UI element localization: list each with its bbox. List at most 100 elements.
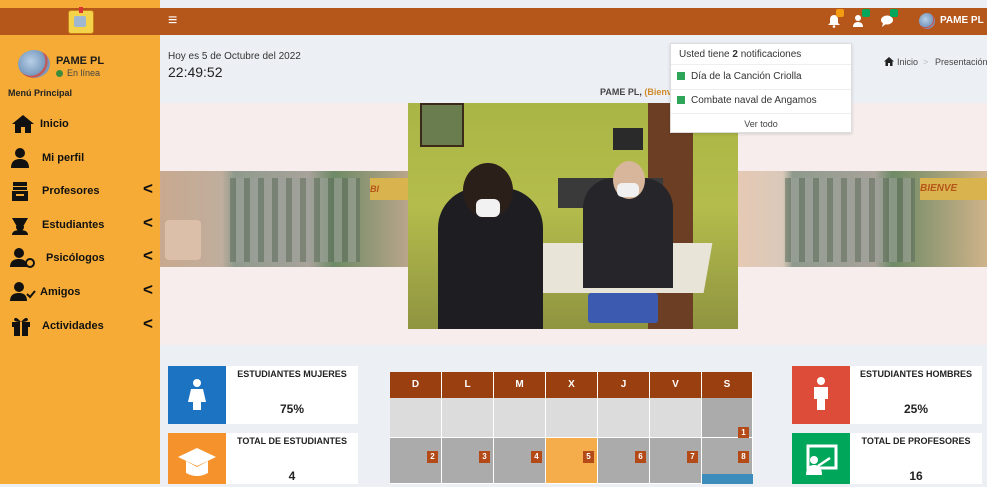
calendar-day-header: M bbox=[494, 372, 546, 398]
menu-header: Menú Principal bbox=[8, 88, 73, 98]
user-status-label: En línea bbox=[67, 68, 101, 78]
calendar: D L M X J V S 1 2 3 4 5 6 7 8 bbox=[390, 372, 753, 484]
divider bbox=[671, 113, 851, 114]
calendar-cell[interactable]: 7 bbox=[650, 438, 702, 484]
calendar-cell[interactable]: 1 bbox=[702, 398, 753, 439]
view-all-notifications-link[interactable]: Ver todo bbox=[671, 119, 851, 129]
sidebar-item-amigos[interactable]: Amigos < bbox=[0, 277, 160, 307]
calendar-cell[interactable] bbox=[390, 398, 442, 438]
notification-item[interactable]: Combate naval de Angamos bbox=[677, 95, 817, 106]
stat-box-female-students: ESTUDIANTES MUJERES 75% bbox=[168, 366, 358, 424]
welcome-message: PAME PL, (Bienve bbox=[600, 87, 677, 97]
calendar-day-number: 7 bbox=[687, 451, 698, 463]
notification-text: Combate naval de Angamos bbox=[691, 95, 817, 106]
sidebar-item-label: Estudiantes bbox=[42, 219, 105, 231]
sidebar-avatar bbox=[18, 50, 50, 78]
user-icon bbox=[11, 148, 29, 168]
divider bbox=[671, 89, 851, 90]
chevron-left-icon[interactable]: < bbox=[143, 179, 153, 199]
sidebar-item-profesores[interactable]: Profesores < bbox=[0, 176, 160, 206]
user-status: En línea bbox=[56, 68, 100, 78]
divider bbox=[671, 64, 851, 65]
calendar-day-number: 4 bbox=[531, 451, 542, 463]
notification-text: Día de la Canción Criolla bbox=[691, 71, 802, 82]
calendar-cell[interactable]: 8 bbox=[702, 438, 753, 484]
calendar-day-header: L bbox=[442, 372, 494, 398]
students-icon bbox=[12, 218, 28, 235]
calendar-cell[interactable]: 4 bbox=[494, 438, 546, 484]
teacher-board-icon bbox=[12, 182, 28, 201]
calendar-day-header: J bbox=[598, 372, 650, 398]
sidebar-item-mi-perfil[interactable]: Mi perfil bbox=[0, 143, 160, 173]
stat-box-total-teachers: TOTAL DE PROFESORES 16 bbox=[792, 433, 982, 484]
home-icon bbox=[884, 57, 894, 66]
calendar-icon bbox=[677, 72, 685, 80]
chevron-left-icon[interactable]: < bbox=[143, 280, 153, 300]
sidebar-item-label: Amigos bbox=[40, 286, 81, 298]
breadcrumb-current: Presentación bbox=[935, 57, 987, 67]
friend-requests-button[interactable] bbox=[852, 9, 872, 30]
breadcrumb-home[interactable]: Inicio bbox=[897, 57, 918, 67]
notification-item[interactable]: Día de la Canción Criolla bbox=[677, 71, 802, 82]
friend-request-badge bbox=[862, 9, 870, 17]
calendar-event-bar[interactable] bbox=[702, 474, 753, 484]
gallery-thumb-left-detail bbox=[230, 178, 360, 262]
stat-title: ESTUDIANTES MUJERES bbox=[237, 369, 347, 379]
calendar-cell[interactable] bbox=[650, 398, 702, 438]
calendar-day-header: S bbox=[702, 372, 753, 398]
gallery-thumb-banner-right: BIENVE bbox=[920, 178, 987, 200]
home-icon bbox=[12, 115, 34, 133]
sidebar-item-actividades[interactable]: Actividades < bbox=[0, 311, 160, 341]
sidebar-item-inicio[interactable]: Inicio bbox=[0, 109, 160, 139]
notif-header-prefix: Usted tiene bbox=[679, 49, 730, 60]
calendar-cell[interactable]: 2 bbox=[390, 438, 442, 484]
gallery-thumb-right-detail bbox=[785, 178, 915, 262]
gallery-main-photo[interactable] bbox=[408, 103, 738, 329]
chevron-left-icon[interactable]: < bbox=[143, 314, 153, 334]
calendar-cell[interactable]: 3 bbox=[442, 438, 494, 484]
online-dot-icon bbox=[56, 70, 63, 78]
welcome-name: PAME PL, bbox=[600, 87, 642, 97]
notification-badge bbox=[836, 9, 844, 17]
male-student-icon bbox=[792, 366, 850, 424]
calendar-cell[interactable] bbox=[494, 398, 546, 438]
messages-button[interactable] bbox=[880, 9, 900, 30]
stat-value: 25% bbox=[903, 402, 929, 416]
sidebar-toggle-icon[interactable]: ≡ bbox=[168, 12, 177, 30]
topbar-username[interactable]: PAME PL bbox=[940, 15, 984, 26]
stat-value: 4 bbox=[288, 469, 296, 483]
sidebar-item-label: Profesores bbox=[42, 185, 100, 197]
calendar-day-header: X bbox=[546, 372, 598, 398]
topbar-avatar[interactable] bbox=[919, 13, 935, 29]
sidebar-logo-bar bbox=[0, 7, 160, 35]
gift-icon bbox=[12, 317, 30, 336]
calendar-day-number: 3 bbox=[479, 451, 490, 463]
gallery-thumb-left-person bbox=[165, 220, 201, 260]
stat-title: TOTAL DE PROFESORES bbox=[861, 436, 971, 446]
calendar-day-number: 6 bbox=[635, 451, 646, 463]
chevron-left-icon[interactable]: < bbox=[143, 213, 153, 233]
stat-box-total-students: TOTAL DE ESTUDIANTES 4 bbox=[168, 433, 358, 484]
calendar-day-number: 2 bbox=[427, 451, 438, 463]
calendar-day-number: 8 bbox=[738, 451, 749, 463]
notif-count: 2 bbox=[732, 49, 738, 60]
calendar-cell[interactable] bbox=[546, 398, 598, 438]
calendar-day-header: V bbox=[650, 372, 702, 398]
school-logo-icon[interactable] bbox=[68, 7, 94, 34]
clock-text: 22:49:52 bbox=[168, 64, 223, 80]
calendar-cell[interactable] bbox=[442, 398, 494, 438]
stat-box-male-students: ESTUDIANTES HOMBRES 25% bbox=[792, 366, 982, 424]
stat-title: TOTAL DE ESTUDIANTES bbox=[236, 436, 347, 446]
calendar-cell[interactable] bbox=[598, 398, 650, 438]
sidebar-item-estudiantes[interactable]: Estudiantes < bbox=[0, 210, 160, 240]
graduation-cap-icon bbox=[168, 433, 226, 484]
notifications-dropdown: Usted tiene 2 notificaciones Día de la C… bbox=[670, 43, 852, 133]
female-student-icon bbox=[168, 366, 226, 424]
notifications-button[interactable] bbox=[826, 9, 846, 30]
calendar-cell-today[interactable]: 5 bbox=[546, 438, 598, 484]
calendar-cell[interactable]: 6 bbox=[598, 438, 650, 484]
sidebar-item-psicologos[interactable]: Psicólogos < bbox=[0, 243, 160, 273]
stat-title: ESTUDIANTES HOMBRES bbox=[859, 369, 972, 379]
calendar-day-header: D bbox=[390, 372, 442, 398]
chevron-left-icon[interactable]: < bbox=[143, 246, 153, 266]
